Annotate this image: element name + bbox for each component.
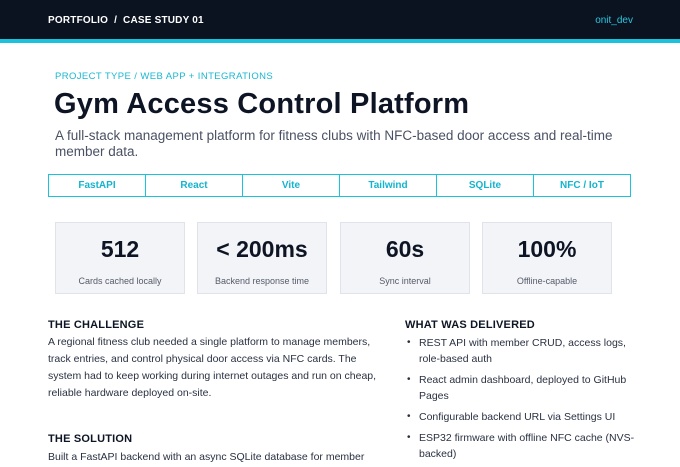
stat-value: 60s — [385, 236, 425, 262]
tech-tag-tailwind: Tailwind — [340, 175, 437, 196]
tech-tag-bar: FastAPI React Vite Tailwind SQLite NFC /… — [48, 174, 631, 197]
list-item-text: REST API with member CRUD, access logs, … — [419, 337, 626, 365]
list-item-text: Configurable backend URL via Settings UI — [419, 411, 616, 423]
tech-tag-fastapi: FastAPI — [49, 175, 146, 196]
delivered-list: • REST API with member CRUD, access logs,… — [405, 335, 645, 467]
project-type-label: PROJECT TYPE / WEB APP + INTEGRATIONS — [55, 71, 274, 82]
stat-card-cards-cached: 512 Cards cached locally — [55, 222, 185, 294]
stat-card-sync-interval: 60s Sync interval — [340, 222, 470, 294]
stat-value: 100% — [517, 236, 577, 262]
top-bar: PORTFOLIO / CASE STUDY 01 onit_dev — [0, 0, 680, 43]
stat-label: Cards cached locally — [78, 276, 162, 286]
bullet-icon: • — [407, 374, 411, 385]
list-item: • ESP32 firmware with offline NFC cache (… — [405, 430, 645, 462]
stat-value: 512 — [100, 236, 140, 262]
tech-tag-sqlite: SQLite — [437, 175, 534, 196]
stat-card-offline-capable: 100% Offline-capable — [482, 222, 612, 294]
username-link[interactable]: onit_dev — [595, 15, 633, 26]
list-item: • REST API with member CRUD, access logs,… — [405, 335, 645, 367]
challenge-heading: THE CHALLENGE — [48, 319, 145, 331]
page-title: Gym Access Control Platform — [54, 88, 470, 120]
stat-label: Backend response time — [214, 276, 310, 286]
stat-value: < 200ms — [216, 236, 308, 262]
list-item-text: React admin dashboard, deployed to GitHu… — [419, 374, 627, 402]
list-item: • React admin dashboard, deployed to GitH… — [405, 372, 645, 404]
challenge-text: A regional fitness club needed a single … — [48, 336, 377, 399]
list-item: • Configurable backend URL via Settings U… — [405, 409, 645, 425]
tech-tag-react: React — [146, 175, 243, 196]
solution-text: Built a FastAPI backend with an async SQ… — [48, 451, 365, 463]
stat-label: Offline-capable — [516, 276, 578, 286]
breadcrumb: PORTFOLIO / CASE STUDY 01 — [48, 15, 204, 26]
page-subtitle: A full-stack management platform for fit… — [55, 128, 613, 159]
stat-card-response-time: < 200ms Backend response time — [197, 222, 327, 294]
list-item-text: ESP32 firmware with offline NFC cache (N… — [419, 432, 635, 460]
bullet-icon: • — [407, 337, 411, 348]
stat-label: Sync interval — [379, 276, 431, 286]
tech-tag-vite: Vite — [243, 175, 340, 196]
bullet-icon: • — [407, 411, 411, 422]
delivered-heading: WHAT WAS DELIVERED — [405, 319, 535, 331]
tech-tag-nfc-iot: NFC / IoT — [560, 180, 604, 191]
bullet-icon: • — [407, 432, 411, 443]
solution-heading: THE SOLUTION — [48, 433, 133, 445]
